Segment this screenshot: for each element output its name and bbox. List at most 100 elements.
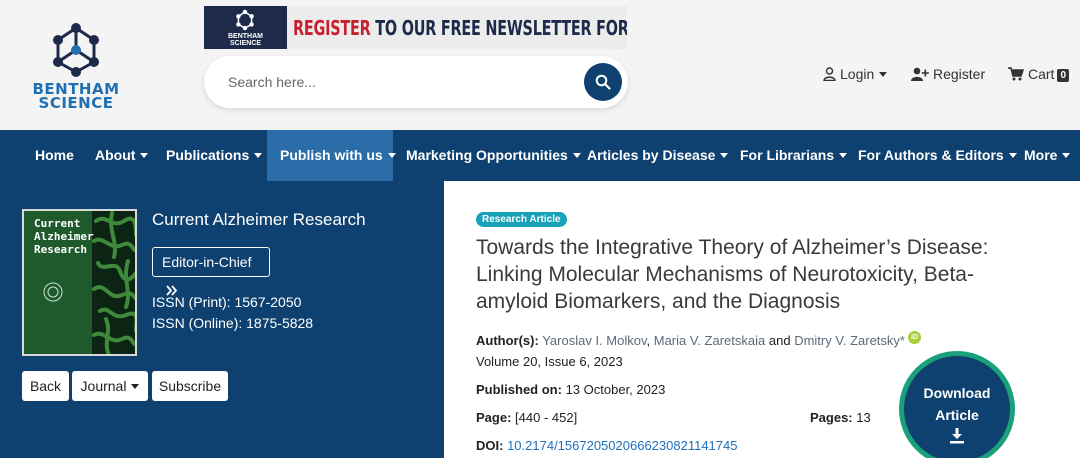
journal-panel: Current Alzheimer Research Current Alzhe… <box>0 181 444 458</box>
chevron-down-icon <box>254 153 263 158</box>
journal-label: Journal <box>80 378 127 394</box>
newsletter-banner[interactable]: BENTHAM SCIENCE REGISTER TO OUR FREE NEW… <box>204 6 627 49</box>
user-icon <box>823 67 836 82</box>
page-range: [440 - 452] <box>515 410 578 425</box>
banner-register-text: REGISTER <box>293 16 371 40</box>
cart-count-badge: 0 <box>1057 69 1070 82</box>
orcid-icon[interactable]: iD <box>907 331 921 344</box>
nav-about[interactable]: About <box>95 130 149 181</box>
search-button[interactable] <box>584 63 622 101</box>
page-label: Page: <box>476 410 512 425</box>
nav-librarians-label: For Librarians <box>740 147 835 163</box>
chevron-down-icon <box>572 153 581 158</box>
pages-label: Pages: <box>810 410 853 425</box>
author-link[interactable]: Maria V. Zaretskaia <box>654 333 766 348</box>
chevron-down-icon <box>131 384 140 389</box>
search-input[interactable] <box>228 70 568 94</box>
nav-articles-by-disease[interactable]: Articles by Disease <box>587 130 729 181</box>
cover-title-line-1: Current <box>34 217 81 230</box>
authors-label: Author(s): <box>476 333 539 348</box>
search-icon <box>595 74 611 90</box>
download-line-2: Article <box>935 407 979 423</box>
bentham-logo[interactable]: BENTHAM SCIENCE <box>30 22 122 112</box>
article-type-badge: Research Article <box>476 212 567 227</box>
journal-title[interactable]: Current Alzheimer Research <box>152 210 366 230</box>
back-label: Back <box>29 378 62 394</box>
page-line: Page: [440 - 452] <box>476 410 577 425</box>
register-link[interactable]: Register <box>911 66 985 82</box>
download-label: Download Article <box>904 382 1010 426</box>
download-icon <box>950 428 964 444</box>
nav-for-librarians[interactable]: For Librarians <box>740 130 848 181</box>
main-navigation: Home About Publications Publish with us … <box>0 130 1080 181</box>
chevron-down-icon <box>839 153 848 158</box>
chevron-down-icon <box>387 153 396 158</box>
doi-label: DOI: <box>476 438 504 453</box>
banner-logo-line-1: BENTHAM <box>228 33 263 40</box>
chevron-down-icon <box>1008 153 1017 158</box>
journal-dropdown-button[interactable]: Journal <box>72 371 148 401</box>
subscribe-button[interactable]: Subscribe <box>152 371 228 401</box>
chevron-down-icon <box>1062 153 1071 158</box>
cart-icon <box>1008 67 1025 81</box>
issn-print: ISSN (Print): 1567-2050 <box>152 294 302 310</box>
nav-publications[interactable]: Publications <box>166 130 263 181</box>
logo-line-2: SCIENCE <box>38 94 114 112</box>
nav-more[interactable]: More <box>1024 130 1071 181</box>
back-button[interactable]: Back <box>22 371 69 401</box>
cover-title: Current Alzheimer Research <box>34 217 135 256</box>
register-label: Register <box>933 66 986 82</box>
journal-cover-image[interactable]: Current Alzheimer Research <box>22 209 137 356</box>
banner-logo: BENTHAM SCIENCE <box>204 6 287 49</box>
nav-articles-label: Articles by Disease <box>587 147 716 163</box>
login-menu[interactable]: Login <box>823 66 888 82</box>
nav-publications-label: Publications <box>166 147 250 163</box>
nav-marketing-label: Marketing Opportunities <box>406 147 568 163</box>
nav-for-authors-editors[interactable]: For Authors & Editors <box>858 130 1017 181</box>
volume-issue[interactable]: Volume 20, Issue 6, 2023 <box>476 354 623 369</box>
nav-more-label: More <box>1024 147 1058 163</box>
site-header: BENTHAM SCIENCE BENTHAM SCIENCE REGISTER… <box>0 0 1080 130</box>
cover-seal-icon <box>43 282 63 302</box>
banner-rest-text: TO OUR FREE NEWSLETTER FOR UPDATES <box>375 16 627 40</box>
author-link[interactable]: Dmitry V. Zaretsky* <box>794 333 905 348</box>
chevron-down-icon <box>720 153 729 158</box>
molecule-logo-icon <box>53 23 99 77</box>
pages-line: Pages: 13 <box>810 410 871 425</box>
cart-label: Cart <box>1028 66 1055 82</box>
search-bar <box>204 56 628 108</box>
and-text: and <box>768 333 791 348</box>
download-article-button[interactable]: Download Article <box>899 351 1015 458</box>
issn-online: ISSN (Online): 1875-5828 <box>152 315 314 331</box>
banner-logo-text: BENTHAM SCIENCE <box>204 33 287 47</box>
doi-line: DOI: 10.2174/1567205020666230821141745 <box>476 438 737 453</box>
chevron-down-icon <box>140 153 149 158</box>
authors-line: Author(s): Yaroslav I. Molkov, Maria V. … <box>476 331 921 348</box>
author-link[interactable]: Yaroslav I. Molkov <box>542 333 646 348</box>
banner-headline: REGISTER TO OUR FREE NEWSLETTER FOR UPDA… <box>293 16 627 40</box>
logo-text: BENTHAM SCIENCE <box>30 82 122 112</box>
cart-link[interactable]: Cart 0 <box>1008 66 1070 82</box>
pages-count: 13 <box>856 410 871 425</box>
doi-link[interactable]: 10.2174/1567205020666230821141745 <box>507 438 737 453</box>
published-date: 13 October, 2023 <box>565 382 666 397</box>
published-line: Published on: 13 October, 2023 <box>476 382 665 397</box>
download-line-1: Download <box>923 385 991 401</box>
article-title: Towards the Integrative Theory of Alzhei… <box>476 236 989 313</box>
banner-logo-line-2: SCIENCE <box>229 40 262 47</box>
subscribe-label: Subscribe <box>158 378 222 394</box>
nav-about-label: About <box>95 147 136 163</box>
nav-authors-label: For Authors & Editors <box>858 147 1004 163</box>
user-plus-icon <box>911 67 929 81</box>
editor-in-chief-button[interactable]: Editor-in-Chief <box>152 247 270 296</box>
published-label: Published on: <box>476 382 562 397</box>
nav-home[interactable]: Home <box>35 130 74 181</box>
chevron-down-icon <box>879 72 888 77</box>
banner-molecule-icon <box>236 9 254 31</box>
nav-marketing-opportunities[interactable]: Marketing Opportunities <box>406 130 581 181</box>
nav-publish-with-us[interactable]: Publish with us <box>267 130 396 181</box>
nav-publish-label: Publish with us <box>280 147 383 163</box>
login-label: Login <box>840 66 875 82</box>
nav-home-label: Home <box>35 147 74 163</box>
cover-title-line-2: Alzheimer Research <box>34 230 94 256</box>
